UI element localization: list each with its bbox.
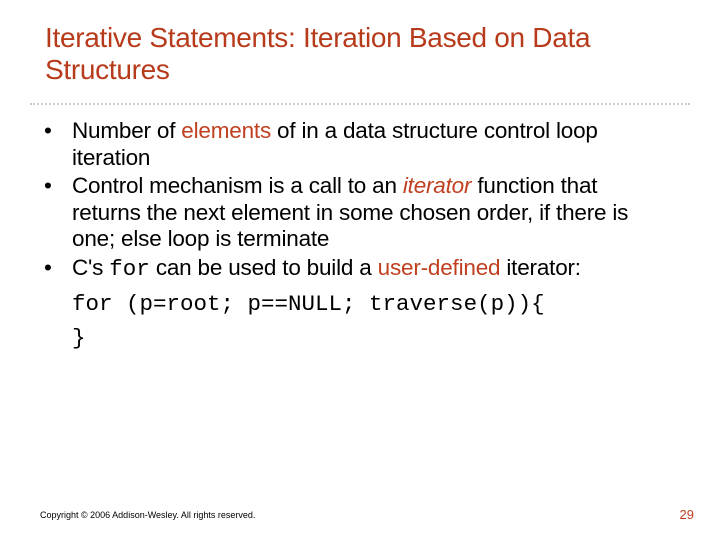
page-title: Iterative Statements: Iteration Based on… [45,22,675,86]
list-item: • C's for can be used to build a user-de… [40,255,660,283]
accent-text: elements [181,118,271,143]
text-fragment: Control mechanism is a call to an [72,173,403,198]
code-line: for (p=root; p==NULL; traverse(p)){ [72,288,660,322]
accent-text: iterator [403,173,471,198]
text-fragment: can be used to build a [150,255,378,280]
bullet-icon: • [40,173,72,253]
slide: Iterative Statements: Iteration Based on… [0,0,720,540]
bullet-text: Number of elements of in a data structur… [72,118,660,171]
page-number: 29 [680,507,694,522]
accent-text: user-defined [378,255,501,280]
bullet-icon: • [40,118,72,171]
list-item: • Number of elements of in a data struct… [40,118,660,171]
code-block: for (p=root; p==NULL; traverse(p)){ } [72,288,660,356]
text-fragment: Number of [72,118,181,143]
code-line: } [72,322,660,356]
text-fragment: iterator: [500,255,581,280]
bullet-text: C's for can be used to build a user-defi… [72,255,660,283]
list-item: • Control mechanism is a call to an iter… [40,173,660,253]
bullet-text: Control mechanism is a call to an iterat… [72,173,660,253]
body-content: • Number of elements of in a data struct… [40,118,660,356]
text-fragment: C's [72,255,109,280]
copyright-footer: Copyright © 2006 Addison-Wesley. All rig… [40,510,255,520]
title-divider [30,103,690,105]
bullet-icon: • [40,255,72,283]
code-inline: for [109,256,150,282]
